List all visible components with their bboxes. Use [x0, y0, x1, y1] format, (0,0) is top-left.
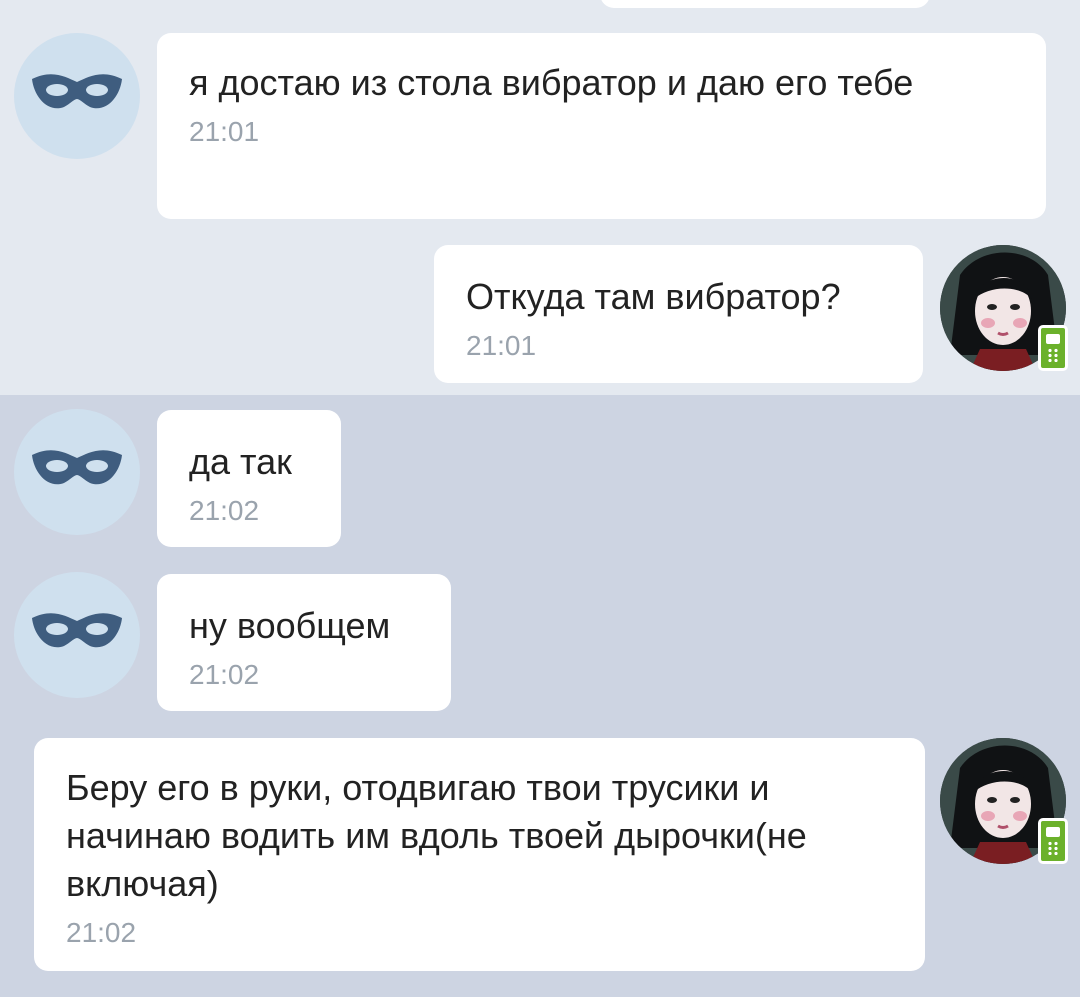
- mobile-online-icon: [1038, 818, 1068, 864]
- message-bubble[interactable]: Откуда там вибратор? 21:01: [434, 245, 923, 383]
- message-bubble[interactable]: я достаю из стола вибратор и даю его теб…: [157, 33, 1046, 219]
- mobile-online-icon: [1038, 325, 1068, 371]
- mask-icon: [32, 450, 122, 485]
- avatar[interactable]: [14, 33, 140, 159]
- message-time: 21:02: [66, 917, 137, 948]
- message-time: 21:02: [189, 495, 260, 526]
- message-text: Откуда там вибратор?: [466, 276, 841, 317]
- mask-icon: [32, 613, 122, 648]
- avatar[interactable]: [940, 738, 1068, 864]
- message-time: 21:01: [466, 330, 537, 361]
- avatar[interactable]: [14, 409, 140, 535]
- message-text: Беру его в руки, отодвигаю твои трусики …: [66, 767, 807, 904]
- message-text: я достаю из стола вибратор и даю его теб…: [189, 62, 914, 103]
- message-time: 21:02: [189, 659, 260, 690]
- message-bubble[interactable]: Беру его в руки, отодвигаю твои трусики …: [34, 738, 925, 971]
- message-text: да так: [189, 441, 292, 482]
- message-time: 21:01: [189, 116, 260, 147]
- message-text: ну вообщем: [189, 605, 391, 646]
- avatar[interactable]: [14, 572, 140, 698]
- message-bubble[interactable]: да так 21:02: [157, 410, 341, 547]
- mask-icon: [32, 74, 122, 109]
- message-bubble[interactable]: ну вообщем 21:02: [157, 574, 451, 711]
- avatar[interactable]: [940, 245, 1068, 371]
- previous-message-bubble[interactable]: [600, 0, 930, 8]
